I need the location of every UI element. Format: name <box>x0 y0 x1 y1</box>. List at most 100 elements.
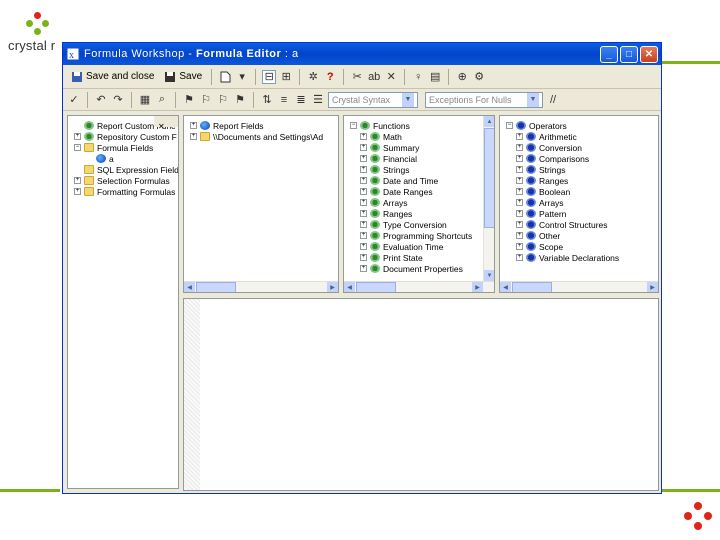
functions-hscroll[interactable]: ◀ ▶ <box>344 281 494 292</box>
show-functions-icon[interactable]: ≣ <box>294 93 308 107</box>
nulls-combo[interactable]: Exceptions For Nulls ▼ <box>425 91 543 108</box>
expand-icon[interactable]: + <box>360 221 367 228</box>
expand-icon[interactable]: + <box>360 243 367 250</box>
scroll-left-icon[interactable]: ◀ <box>344 282 355 292</box>
function-category-item[interactable]: + Type Conversion <box>346 219 494 230</box>
rename-icon[interactable]: ab <box>367 70 381 84</box>
expand-icon[interactable]: + <box>74 188 81 195</box>
workshop-tree-item[interactable]: + Repository Custom F <box>70 131 178 142</box>
find-replace-icon[interactable]: ⌕ <box>155 93 169 107</box>
expand-icon[interactable]: + <box>516 155 523 162</box>
scroll-thumb[interactable] <box>484 128 494 228</box>
expand-icon[interactable]: + <box>516 221 523 228</box>
operator-category-item[interactable]: + Scope <box>502 241 658 252</box>
operators-hscroll[interactable]: ◀ ▶ <box>500 281 658 292</box>
expand-icon[interactable]: + <box>360 265 367 272</box>
operator-category-item[interactable]: + Ranges <box>502 175 658 186</box>
fields-hscroll[interactable]: ◀ ▶ <box>184 281 338 292</box>
comment-icon[interactable]: // <box>546 93 560 107</box>
function-category-item[interactable]: + Date Ranges <box>346 186 494 197</box>
expand-icon[interactable]: + <box>360 188 367 195</box>
clear-bookmarks-icon[interactable]: ⚑ <box>233 93 247 107</box>
scroll-right-icon[interactable]: ▶ <box>647 282 658 292</box>
scroll-right-icon[interactable]: ▶ <box>327 282 338 292</box>
operator-category-item[interactable]: + Strings <box>502 164 658 175</box>
show-fields-icon[interactable]: ≡ <box>277 93 291 107</box>
help-icon[interactable]: ? <box>323 70 337 84</box>
show-operators-icon[interactable]: ☰ <box>311 93 325 107</box>
minimize-button[interactable]: _ <box>600 45 618 63</box>
use-editor-icon[interactable]: ⊕ <box>455 70 469 84</box>
scroll-up-icon[interactable]: ▲ <box>484 116 494 127</box>
workshop-tree-item[interactable]: + Selection Formulas <box>70 175 178 186</box>
operator-category-item[interactable]: + Conversion <box>502 142 658 153</box>
new-icon[interactable] <box>218 70 232 84</box>
previous-bookmark-icon[interactable]: ⚐ <box>216 93 230 107</box>
save-and-close-button[interactable]: Save and close <box>67 69 157 85</box>
expand-icon[interactable]: + <box>360 155 367 162</box>
workshop-tree-item[interactable]: + Formatting Formulas <box>70 186 178 197</box>
operator-category-item[interactable]: + Variable Declarations <box>502 252 658 263</box>
function-category-item[interactable]: + Math <box>346 131 494 142</box>
expand-icon[interactable]: + <box>360 144 367 151</box>
workshop-tree-item[interactable]: a <box>70 153 178 164</box>
browse-data-icon[interactable]: ▦ <box>138 93 152 107</box>
operator-category-item[interactable]: + Arrays <box>502 197 658 208</box>
collapse-icon[interactable]: − <box>350 122 357 129</box>
operators-root[interactable]: − Operators <box>502 120 658 131</box>
toggle-bookmark-icon[interactable]: ⚑ <box>182 93 196 107</box>
expand-icon[interactable]: + <box>360 199 367 206</box>
expand-icon[interactable]: + <box>360 166 367 173</box>
scroll-right-icon[interactable]: ▶ <box>472 282 483 292</box>
scroll-left-icon[interactable]: ◀ <box>500 282 511 292</box>
expand-icon[interactable]: + <box>360 133 367 140</box>
expand-icon[interactable]: + <box>516 210 523 217</box>
operator-category-item[interactable]: + Arithmetic <box>502 131 658 142</box>
expand-icon[interactable]: + <box>516 199 523 206</box>
cut-icon[interactable]: ✂ <box>350 70 364 84</box>
functions-root[interactable]: − Functions <box>346 120 494 131</box>
close-button[interactable]: ✕ <box>640 45 658 63</box>
sort-trees-icon[interactable]: ⇅ <box>260 93 274 107</box>
collapse-icon[interactable]: − <box>506 122 513 129</box>
expand-icon[interactable]: + <box>190 133 197 140</box>
expert-icon[interactable]: ✲ <box>306 70 320 84</box>
formula-text-editor[interactable] <box>183 298 659 491</box>
expand-icon[interactable]: + <box>190 122 197 129</box>
toggle-properties-icon[interactable]: ⊞ <box>279 70 293 84</box>
undo-icon[interactable]: ↶ <box>94 93 108 107</box>
new-dropdown-icon[interactable]: ▾ <box>235 70 249 84</box>
next-bookmark-icon[interactable]: ⚐ <box>199 93 213 107</box>
delete-icon[interactable]: ✕ <box>384 70 398 84</box>
expand-icon[interactable]: + <box>360 254 367 261</box>
scroll-thumb[interactable] <box>196 282 236 292</box>
expand-icon[interactable]: + <box>516 254 523 261</box>
expand-icon[interactable]: + <box>360 177 367 184</box>
workshop-tree-item[interactable]: SQL Expression Field <box>70 164 178 175</box>
function-category-item[interactable]: + Strings <box>346 164 494 175</box>
save-button[interactable]: Save <box>160 69 205 85</box>
functions-vscroll[interactable]: ▲ ▼ <box>483 116 494 281</box>
scroll-left-icon[interactable]: ◀ <box>184 282 195 292</box>
function-category-item[interactable]: + Financial <box>346 153 494 164</box>
expand-icon[interactable]: + <box>516 166 523 173</box>
collapse-icon[interactable]: − <box>74 144 81 151</box>
field-tree-item[interactable]: + Report Fields <box>186 120 338 131</box>
check-formula-icon[interactable]: ✓ <box>67 93 81 107</box>
expand-icon[interactable]: + <box>360 210 367 217</box>
scroll-down-icon[interactable]: ▼ <box>484 270 494 281</box>
scroll-thumb[interactable] <box>512 282 552 292</box>
pane-close-icon[interactable]: ✕ <box>154 122 165 131</box>
title-bar[interactable]: x Formula Workshop - Formula Editor : a … <box>63 43 661 65</box>
expand-icon[interactable]: + <box>516 188 523 195</box>
expand-icon[interactable]: + <box>516 144 523 151</box>
toggle-tree-icon[interactable]: ⊟ <box>262 69 277 84</box>
properties-icon[interactable]: ▤ <box>428 70 442 84</box>
scroll-thumb[interactable] <box>356 282 396 292</box>
operator-category-item[interactable]: + Control Structures <box>502 219 658 230</box>
function-category-item[interactable]: + Ranges <box>346 208 494 219</box>
function-category-item[interactable]: + Date and Time <box>346 175 494 186</box>
function-category-item[interactable]: + Evaluation Time <box>346 241 494 252</box>
expand-icon[interactable]: + <box>360 232 367 239</box>
operator-category-item[interactable]: + Comparisons <box>502 153 658 164</box>
